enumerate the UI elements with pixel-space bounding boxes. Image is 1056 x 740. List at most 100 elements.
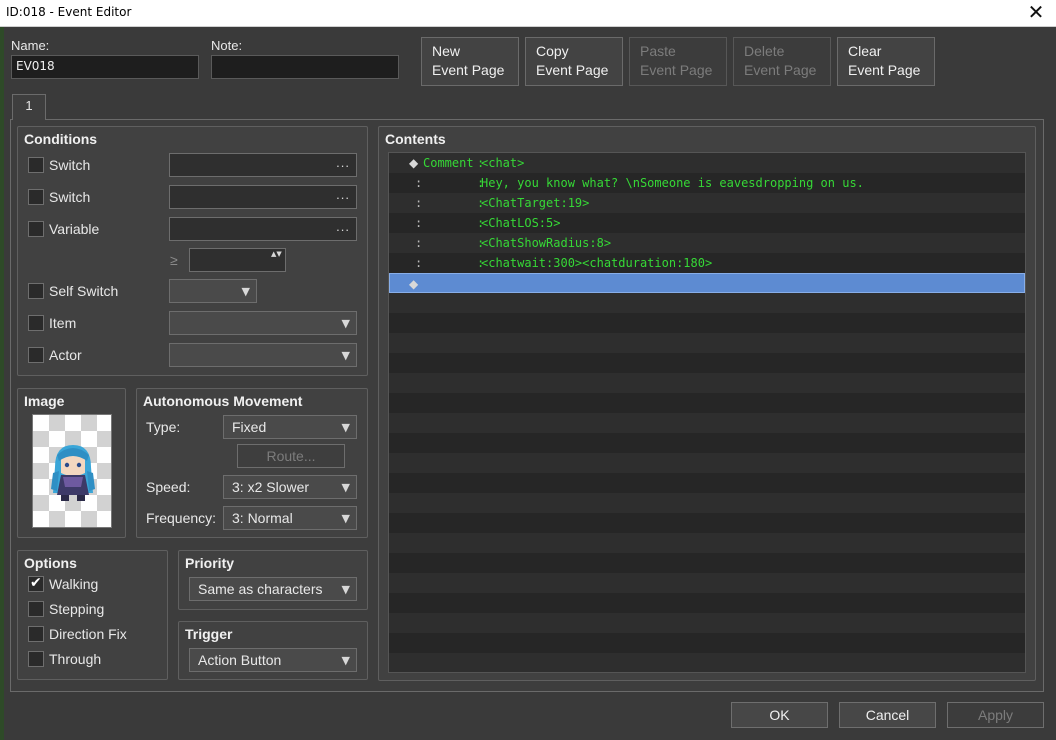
trigger-title: Trigger bbox=[185, 626, 233, 642]
chevron-down-icon: ▼ bbox=[341, 512, 350, 525]
chevron-down-icon: ▼ bbox=[341, 349, 350, 362]
command-text: <chat> bbox=[481, 156, 525, 170]
chevron-down-icon: ▼ bbox=[341, 654, 350, 667]
contents-title: Contents bbox=[385, 131, 446, 147]
priority-dropdown[interactable]: Same as characters ▼ bbox=[189, 577, 357, 601]
command-name: Comment bbox=[423, 156, 474, 170]
cancel-button[interactable]: Cancel bbox=[839, 702, 936, 728]
list-filler bbox=[389, 493, 1025, 513]
name-label: Name: bbox=[11, 38, 50, 53]
list-filler bbox=[389, 333, 1025, 353]
command-text: <ChatLOS:5> bbox=[481, 216, 561, 230]
actor-checkbox[interactable] bbox=[28, 347, 44, 363]
variable-checkbox[interactable] bbox=[28, 221, 44, 237]
route-button[interactable]: Route... bbox=[237, 444, 345, 468]
switch1-checkbox[interactable] bbox=[28, 157, 44, 173]
gte-symbol: ≥ bbox=[170, 252, 178, 268]
direction-fix-label: Direction Fix bbox=[49, 626, 127, 642]
apply-button[interactable]: Apply bbox=[947, 702, 1044, 728]
button-label-line2: Event Page bbox=[432, 62, 505, 78]
options-title: Options bbox=[24, 555, 77, 571]
switch1-label: Switch bbox=[49, 157, 91, 173]
ellipsis-icon: ... bbox=[336, 187, 350, 202]
event-commands-list[interactable]: ◆ Comment : <chat> : : Hey, you know wha… bbox=[388, 152, 1026, 673]
name-input[interactable]: EV018 bbox=[11, 55, 199, 79]
continuation-colon: : bbox=[415, 256, 423, 270]
command-text: Hey, you know what? \nSomeone is eavesdr… bbox=[481, 176, 864, 190]
switch2-label: Switch bbox=[49, 189, 91, 205]
self-switch-label: Self Switch bbox=[49, 283, 119, 299]
variable-selector[interactable]: ... bbox=[169, 217, 357, 241]
delete-event-page-button[interactable]: Delete Event Page bbox=[733, 37, 831, 86]
list-filler bbox=[389, 653, 1025, 672]
item-dropdown[interactable]: ▼ bbox=[169, 311, 357, 335]
character-sprite-icon[interactable] bbox=[32, 414, 112, 528]
speed-dropdown[interactable]: 3: x2 Slower ▼ bbox=[223, 475, 357, 499]
button-label-line2: Event Page bbox=[848, 62, 921, 78]
frequency-dropdown[interactable]: 3: Normal ▼ bbox=[223, 506, 357, 530]
button-label-line1: Delete bbox=[744, 43, 785, 59]
new-event-page-button[interactable]: New Event Page bbox=[421, 37, 519, 86]
list-filler bbox=[389, 293, 1025, 313]
switch1-selector[interactable]: ... bbox=[169, 153, 357, 177]
paste-event-page-button[interactable]: Paste Event Page bbox=[629, 37, 727, 86]
command-text: <chatwait:300><chatduration:180> bbox=[481, 256, 713, 270]
list-filler bbox=[389, 613, 1025, 633]
sprite-graphic bbox=[51, 445, 95, 501]
item-checkbox[interactable] bbox=[28, 315, 44, 331]
list-item[interactable]: : : Hey, you know what? \nSomeone is eav… bbox=[389, 173, 1025, 193]
list-item[interactable]: : : <ChatTarget:19> bbox=[389, 193, 1025, 213]
walking-checkbox[interactable] bbox=[28, 575, 44, 592]
command-text: <ChatShowRadius:8> bbox=[481, 236, 612, 250]
list-item[interactable]: ◆ Comment : <chat> bbox=[389, 153, 1025, 173]
copy-event-page-button[interactable]: Copy Event Page bbox=[525, 37, 623, 86]
variable-label: Variable bbox=[49, 221, 100, 237]
frequency-value: 3: Normal bbox=[232, 510, 293, 526]
button-label-line2: Event Page bbox=[744, 62, 817, 78]
list-item[interactable]: : : <ChatShowRadius:8> bbox=[389, 233, 1025, 253]
actor-dropdown[interactable]: ▼ bbox=[169, 343, 357, 367]
movement-type-dropdown[interactable]: Fixed ▼ bbox=[223, 415, 357, 439]
button-label-line2: Event Page bbox=[536, 62, 609, 78]
continuation-colon: : bbox=[415, 216, 423, 230]
selected-empty-row[interactable]: ◆ bbox=[389, 273, 1025, 293]
trigger-dropdown[interactable]: Action Button ▼ bbox=[189, 648, 357, 672]
through-checkbox[interactable] bbox=[28, 651, 44, 667]
conditions-title: Conditions bbox=[24, 131, 98, 147]
self-switch-dropdown[interactable]: ▼ bbox=[169, 279, 257, 303]
spinner-arrows-icon[interactable]: ▲▼ bbox=[271, 250, 282, 259]
movement-title: Autonomous Movement bbox=[143, 393, 303, 409]
list-filler bbox=[389, 533, 1025, 553]
self-switch-checkbox[interactable] bbox=[28, 283, 44, 299]
button-label-line2: Event Page bbox=[640, 62, 713, 78]
switch2-selector[interactable]: ... bbox=[169, 185, 357, 209]
speed-label: Speed: bbox=[146, 479, 191, 495]
continuation-colon: : bbox=[415, 196, 423, 210]
tab-page-1[interactable]: 1 bbox=[12, 94, 46, 120]
command-text: <ChatTarget:19> bbox=[481, 196, 590, 210]
type-label: Type: bbox=[146, 419, 181, 435]
button-label-line1: New bbox=[432, 43, 461, 59]
image-title: Image bbox=[24, 393, 65, 409]
ellipsis-icon: ... bbox=[336, 155, 350, 170]
note-input[interactable] bbox=[211, 55, 399, 79]
priority-value: Same as characters bbox=[198, 581, 323, 597]
chevron-down-icon: ▼ bbox=[341, 317, 350, 330]
button-label-line1: Paste bbox=[640, 43, 676, 59]
ok-button[interactable]: OK bbox=[731, 702, 828, 728]
actor-label: Actor bbox=[49, 347, 82, 363]
trigger-value: Action Button bbox=[198, 652, 282, 668]
switch2-checkbox[interactable] bbox=[28, 189, 44, 205]
button-label-line1: Copy bbox=[536, 43, 569, 59]
variable-value-spinner[interactable]: ▲▼ bbox=[189, 248, 286, 272]
close-icon[interactable]: ✕ bbox=[1016, 0, 1056, 26]
clear-event-page-button[interactable]: Clear Event Page bbox=[837, 37, 935, 86]
list-item[interactable]: : : <ChatLOS:5> bbox=[389, 213, 1025, 233]
through-label: Through bbox=[49, 651, 102, 667]
movement-type-value: Fixed bbox=[232, 419, 267, 435]
list-item[interactable]: : : <chatwait:300><chatduration:180> bbox=[389, 253, 1025, 273]
stepping-checkbox[interactable] bbox=[28, 601, 44, 617]
direction-fix-checkbox[interactable] bbox=[28, 626, 44, 642]
chevron-down-icon: ▼ bbox=[341, 583, 350, 596]
list-filler bbox=[389, 453, 1025, 473]
